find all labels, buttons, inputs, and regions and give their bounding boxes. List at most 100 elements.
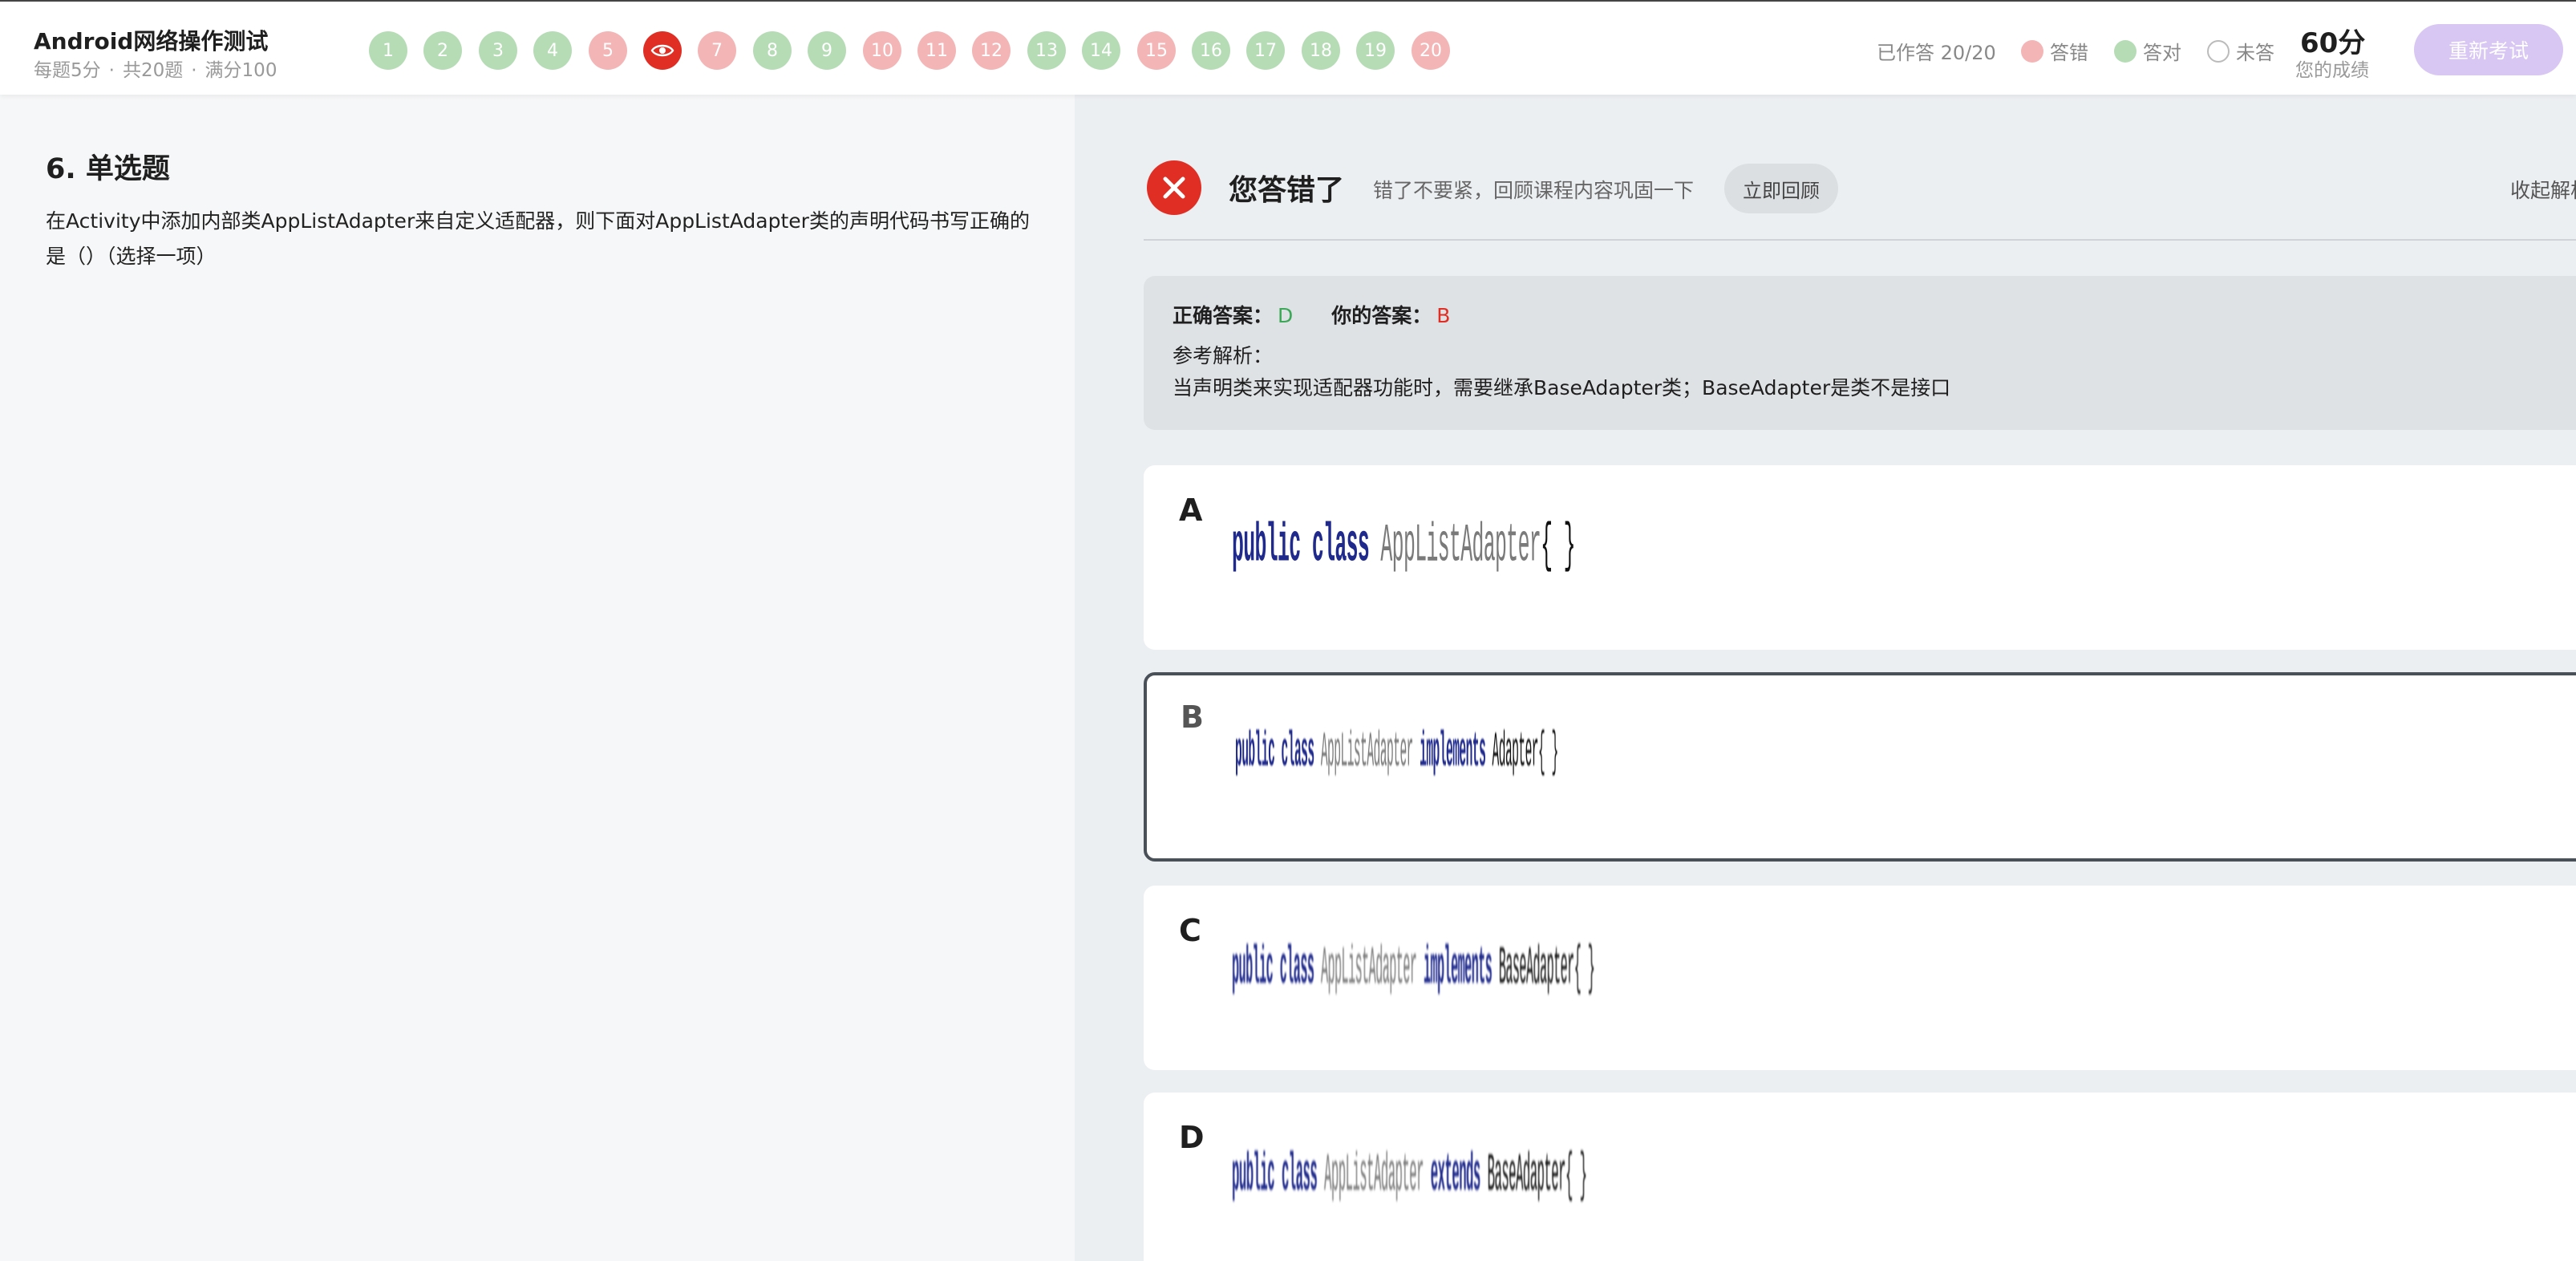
answered-count: 已作答 20/20 [1877,42,1996,64]
question-number: 2 [437,40,448,61]
question-number: 18 [1310,40,1332,61]
question-number: 17 [1254,40,1277,61]
question-number: 1 [383,40,394,61]
code-base-type: BaseAdapter [1487,1147,1566,1207]
question-nav-14[interactable]: 14 [1082,31,1120,70]
legend-wrong-label: 答错 [2050,42,2088,64]
divider [1144,239,2576,241]
result-title: 您答错了 [1229,174,1345,207]
analysis-text: 当声明类来实现适配器功能时，需要继承BaseAdapter类；BaseAdapt… [1173,376,1951,399]
unanswered-swatch [2207,39,2230,63]
code-keyword: public class [1232,1147,1318,1207]
analysis-box: 正确答案： D 你的答案： B 参考解析： 当声明类来实现适配器功能时，需要继承Bas… [1144,276,2576,430]
eye-icon [650,44,674,57]
collapse-analysis-link[interactable]: 收起解析 [2510,175,2576,204]
close-icon [1147,160,1201,215]
question-number: 12 [980,40,1002,61]
question-nav-1[interactable]: 1 [369,31,407,70]
code-base-type: Adapter [1492,726,1539,781]
question-nav-8[interactable]: 8 [753,31,792,70]
option-b[interactable]: B public class AppListAdapter implements… [1144,672,2576,862]
retake-exam-button[interactable]: 重新考试 [2414,24,2563,75]
code-braces: { } [1565,1147,1587,1207]
question-number: 3 [492,40,504,61]
question-panel: 6. 单选题 在Activity中添加内部类AppListAdapter来自定义… [0,95,1075,1261]
option-code: public class AppListAdapter implements B… [1232,940,1595,1000]
question-nav-18[interactable]: 18 [1302,31,1340,70]
code-class-name: AppListAdapter [1320,940,1417,1000]
question-nav-20[interactable]: 20 [1412,31,1450,70]
result-subtitle: 错了不要紧，回顾课程内容巩固一下 [1373,179,1695,202]
code-braces: { } [1574,940,1595,1000]
code-keyword: public class [1232,517,1370,578]
question-number: 10 [871,40,893,61]
correct-swatch [2114,39,2137,63]
option-letter: B [1181,699,1204,735]
analysis-label: 参考解析： [1173,344,1274,367]
question-nav-13[interactable]: 13 [1027,31,1066,70]
legend-unanswered: 未答 [2207,37,2274,65]
code-class-name: AppListAdapter [1380,517,1541,578]
code-keyword-2: implements [1423,940,1493,1000]
wrong-swatch [2021,39,2043,63]
legend-correct: 答对 [2114,37,2181,65]
question-nav-10[interactable]: 10 [863,31,901,70]
code-class-name: AppListAdapter [1324,1147,1424,1207]
question-number: 11 [925,40,948,61]
option-letter: A [1179,493,1203,528]
question-number: 8 [767,40,778,61]
your-answer-value: B [1436,304,1451,327]
option-letter: D [1179,1120,1205,1155]
option-code: public class AppListAdapter extends Base… [1232,1147,1587,1206]
option-code: public class AppListAdapter{ } [1232,517,1576,578]
full-score: 满分100 [205,60,277,81]
question-title: 6. 单选题 [46,153,170,185]
question-nav-2[interactable]: 2 [423,31,462,70]
answer-summary: 正确答案： D 你的答案： B [1173,300,1450,329]
correct-answer-label: 正确答案： [1173,304,1274,327]
answer-panel: 您答错了 错了不要紧，回顾课程内容巩固一下 立即回顾 收起解析 正确答案：D你的… [1075,95,2576,1261]
question-number: 9 [821,40,832,61]
your-answer-label: 你的答案： [1331,304,1432,327]
question-nav-6[interactable] [643,31,682,70]
question-nav-11[interactable]: 11 [917,31,956,70]
question-nav-12[interactable]: 12 [972,31,1011,70]
score-label: 您的成绩 [2295,60,2369,81]
question-nav-3[interactable]: 3 [479,31,517,70]
code-keyword-2: extends [1430,1147,1481,1207]
code-braces: { } [1538,726,1558,781]
question-number: 19 [1364,40,1387,61]
legend-wrong: 答错 [2021,37,2088,65]
code-keyword: public class [1232,940,1314,1000]
question-nav-9[interactable]: 9 [808,31,846,70]
question-number: 16 [1200,40,1222,61]
question-nav-4[interactable]: 4 [533,31,572,70]
code-braces: { } [1541,517,1575,578]
question-nav-16[interactable]: 16 [1192,31,1230,70]
question-nav-19[interactable]: 19 [1356,31,1395,70]
question-number: 7 [711,40,723,61]
exam-meta: 每题5分 · 共20题 · 满分100 [34,55,277,82]
question-nav-7[interactable]: 7 [698,31,736,70]
question-nav-5[interactable]: 5 [589,31,627,70]
option-code: public class AppListAdapter implements A… [1235,726,1558,781]
question-number: 4 [547,40,558,61]
meta-separator: · [191,60,197,81]
legend-correct-label: 答对 [2143,42,2181,64]
correct-answer-value: D [1278,304,1294,327]
code-keyword-2: implements [1420,726,1486,781]
question-nav-17[interactable]: 17 [1246,31,1285,70]
code-class-name: AppListAdapter [1320,726,1414,781]
option-letter: C [1179,913,1201,948]
legend-unanswered-label: 未答 [2236,42,2274,64]
question-number: 14 [1090,40,1112,61]
question-nav-15[interactable]: 15 [1137,31,1176,70]
option-a[interactable]: A public class AppListAdapter{ } [1144,465,2576,650]
exam-title: Android网络操作测试 [34,28,269,55]
option-c[interactable]: C public class AppListAdapter implements… [1144,886,2576,1070]
code-base-type: BaseAdapter [1498,940,1574,1000]
option-d[interactable]: D public class AppListAdapter extends Ba… [1144,1093,2576,1261]
question-number: 15 [1145,40,1168,61]
question-count: 共20题 [122,60,184,81]
review-now-button[interactable]: 立即回顾 [1724,164,1838,213]
